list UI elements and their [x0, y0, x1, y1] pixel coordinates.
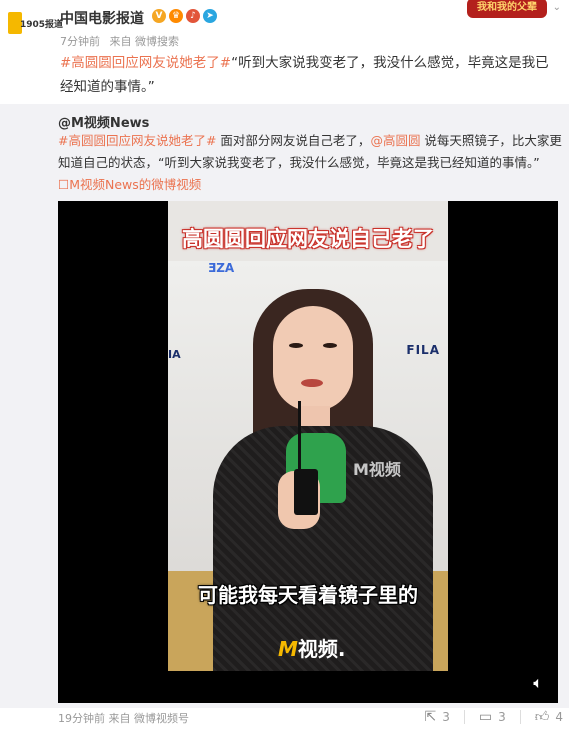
brand-text: 视频.	[297, 637, 346, 661]
video-frame: ƎZA FILA IA M视频 高圆圆回应网友说自己老了 可能我每天看着镜子里的…	[168, 201, 448, 671]
video-caption-bottom: 可能我每天看着镜子里的	[198, 583, 418, 607]
guitar-icon[interactable]: ♪	[186, 9, 200, 23]
post-source[interactable]: 来自 微博搜索	[110, 35, 180, 48]
left-eye	[289, 343, 303, 348]
comment-icon: ▭	[478, 708, 493, 725]
repost-meta: 19分钟前 来自 微博视频号	[58, 710, 189, 726]
post-meta: 7分钟前 来自 微博搜索	[60, 33, 185, 49]
repost-text: #高圆圆回应网友说她老了# 面对部分网友说自己老了，@高圆圆 说每天照镜子，比大…	[58, 130, 563, 196]
post-time[interactable]: 7分钟前	[60, 35, 100, 48]
repost-card: @M视频News #高圆圆回应网友说她老了# 面对部分网友说自己老了，@高圆圆 …	[0, 104, 569, 725]
post-hashtag[interactable]: #高圆圆回应网友说她老了#	[60, 55, 231, 71]
post-author-name[interactable]: 中国电影报道	[60, 8, 144, 28]
lips	[301, 379, 323, 387]
verified-icon[interactable]: V	[152, 9, 166, 23]
comment-count: 3	[498, 709, 506, 724]
divider	[519, 709, 521, 724]
avatar-text: 1905报道	[20, 20, 64, 30]
brand-m: M	[278, 637, 298, 661]
avatar[interactable]: 1905报道	[8, 12, 63, 38]
video-player[interactable]: ƎZA FILA IA M视频 高圆圆回应网友说自己老了 可能我每天看着镜子里的…	[58, 201, 558, 703]
repost-source[interactable]: 来自 微博视频号	[109, 712, 190, 725]
repost-count: 3	[442, 709, 450, 724]
video-brand-logo: M视频.	[278, 633, 346, 662]
right-eye	[323, 343, 337, 348]
backdrop-logo: ƎZA	[208, 261, 235, 275]
fila-logo: FILA	[406, 343, 440, 357]
author-badges: V ♛ ♪ ➤	[152, 9, 217, 23]
share-icon: ⇱	[424, 708, 437, 725]
video-watermark: M视频	[353, 460, 401, 479]
repost-time[interactable]: 19分钟前	[58, 712, 105, 725]
microphone	[294, 469, 318, 515]
repost-text-1: 面对部分网友说自己老了，	[216, 133, 371, 148]
action-bar: ⇱ 3 ▭ 3 👍︎ 4	[410, 708, 563, 726]
repost-author[interactable]: @M视频News	[58, 112, 149, 131]
promo-banner[interactable]: 我和我的父辈	[467, 0, 547, 18]
mention-link[interactable]: @高圆圆	[370, 133, 420, 148]
crown-icon[interactable]: ♛	[169, 9, 183, 23]
backdrop-logo-2: IA	[168, 348, 181, 361]
like-button[interactable]: 👍︎ 4	[535, 708, 563, 725]
mic-antenna	[298, 401, 301, 471]
post-card: 1905报道 中国电影报道 V ♛ ♪ ➤ 我和我的父辈 ⌄ 7分钟前 来自 微…	[0, 0, 569, 104]
video-caption-top: 高圆圆回应网友说自己老了	[182, 227, 434, 251]
divider	[463, 709, 465, 724]
post-text: #高圆圆回应网友说她老了#“听到大家说我变老了，我没什么感觉，毕竟这是我已经知道…	[60, 51, 560, 99]
person-face	[273, 306, 353, 411]
repost-hashtag[interactable]: #高圆圆回应网友说她老了#	[58, 133, 216, 148]
like-count: 4	[555, 709, 563, 724]
repost-button[interactable]: ⇱ 3	[424, 709, 449, 725]
thumbs-up-icon: 👍︎	[534, 709, 550, 725]
video-link[interactable]: ☐M视频News的微博视频	[58, 177, 201, 192]
volume-icon[interactable]: 🔈︎	[528, 673, 548, 693]
comment-button[interactable]: ▭ 3	[479, 709, 506, 725]
chevron-down-icon[interactable]: ⌄	[553, 2, 561, 13]
send-icon[interactable]: ➤	[203, 9, 217, 23]
